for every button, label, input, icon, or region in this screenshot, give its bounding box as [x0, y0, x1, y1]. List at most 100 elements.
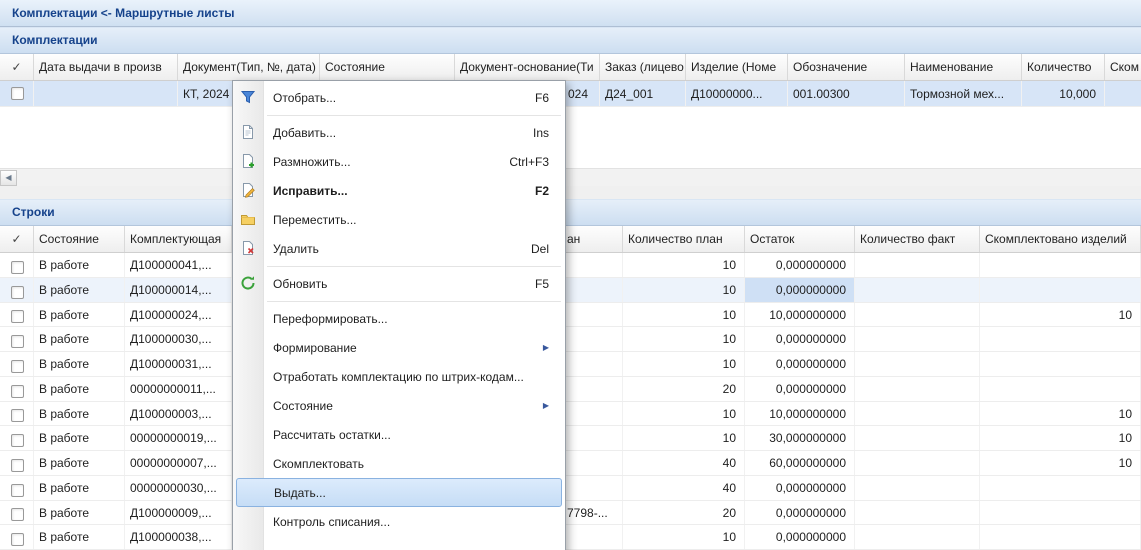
- cell-assembled[interactable]: 10: [980, 402, 1141, 426]
- table-row[interactable]: В работеД100000030,...100,000000000: [0, 327, 1141, 352]
- cell-remainder[interactable]: 10,000000000: [745, 402, 855, 426]
- cell[interactable]: Д24_001: [600, 81, 686, 106]
- cell-component[interactable]: Д100000014,...: [125, 278, 232, 302]
- column-header[interactable]: Количество: [1022, 54, 1105, 80]
- cell-plan-qty[interactable]: 10: [623, 253, 745, 277]
- table-row[interactable]: В работеД100000003,...1010,00000000010: [0, 402, 1141, 427]
- cell-component[interactable]: 00000000011,...: [125, 377, 232, 401]
- cell-remainder[interactable]: 0,000000000: [745, 253, 855, 277]
- table-row[interactable]: В работе00000000030,...400,000000000: [0, 476, 1141, 501]
- cell-assembled[interactable]: 10: [980, 303, 1141, 327]
- cell-plan-qty[interactable]: 10: [623, 352, 745, 376]
- cell-remainder[interactable]: 30,000000000: [745, 426, 855, 450]
- cell-assembled[interactable]: [980, 327, 1141, 351]
- menu-item-issue[interactable]: Выдать...: [236, 478, 562, 507]
- row-checkbox[interactable]: [11, 310, 24, 323]
- cell-state[interactable]: В работе: [34, 525, 125, 549]
- cell-state[interactable]: В работе: [34, 476, 125, 500]
- table-row[interactable]: В работеД100000014,... 100,000000000: [0, 278, 1141, 303]
- menu-item-state[interactable]: Состояние▶: [233, 391, 565, 420]
- cell-plan-qty[interactable]: 10: [623, 327, 745, 351]
- cell-component[interactable]: Д100000031,...: [125, 352, 232, 376]
- cell-remainder[interactable]: 0,000000000: [745, 278, 855, 302]
- menu-item-filter[interactable]: Отобрать...F6: [233, 83, 565, 112]
- cell-assembled[interactable]: [980, 278, 1141, 302]
- cell-fact-qty[interactable]: [855, 501, 980, 525]
- cell-component[interactable]: 00000000007,...: [125, 451, 232, 475]
- cell[interactable]: [0, 352, 34, 376]
- cell-plan-qty[interactable]: 40: [623, 451, 745, 475]
- table-row[interactable]: В работе00000000019,...1030,00000000010: [0, 426, 1141, 451]
- cell-remainder[interactable]: 60,000000000: [745, 451, 855, 475]
- menu-item-add[interactable]: Добавить...Ins: [233, 118, 565, 147]
- cell-state[interactable]: В работе: [34, 327, 125, 351]
- cell-fact-qty[interactable]: [855, 352, 980, 376]
- cell-component[interactable]: Д100000038,...: [125, 525, 232, 549]
- cell[interactable]: [0, 402, 34, 426]
- select-all-header[interactable]: ✓: [0, 54, 34, 80]
- cell-fact-qty[interactable]: [855, 476, 980, 500]
- cell-assembled[interactable]: [980, 352, 1141, 376]
- cell-assembled[interactable]: [980, 525, 1141, 549]
- cell-assembled[interactable]: [980, 253, 1141, 277]
- cell[interactable]: [0, 327, 34, 351]
- cell-assembled[interactable]: 10: [980, 451, 1141, 475]
- menu-item-writeoff-control[interactable]: Контроль списания...: [233, 507, 565, 536]
- cell-component[interactable]: 00000000030,...: [125, 476, 232, 500]
- cell-remainder[interactable]: 0,000000000: [745, 352, 855, 376]
- cell-remainder[interactable]: 0,000000000: [745, 377, 855, 401]
- menu-item-assemble[interactable]: Скомплектовать: [233, 449, 565, 478]
- cell-plan-qty[interactable]: 40: [623, 476, 745, 500]
- cell-assembled[interactable]: [980, 377, 1141, 401]
- cell-assembled[interactable]: 10: [980, 426, 1141, 450]
- cell-state[interactable]: В работе: [34, 303, 125, 327]
- column-header[interactable]: Остаток: [745, 226, 855, 252]
- cell-fact-qty[interactable]: [855, 525, 980, 549]
- row-checkbox[interactable]: [11, 533, 24, 546]
- row-checkbox[interactable]: [11, 409, 24, 422]
- cell[interactable]: [0, 525, 34, 549]
- cell-state[interactable]: В работе: [34, 501, 125, 525]
- cell-remainder[interactable]: 10,000000000: [745, 303, 855, 327]
- cell-component[interactable]: Д100000003,...: [125, 402, 232, 426]
- row-checkbox[interactable]: [11, 484, 24, 497]
- column-header[interactable]: Комплектующая: [125, 226, 232, 252]
- row-checkbox[interactable]: [11, 286, 24, 299]
- menu-item-formation[interactable]: Формирование▶: [233, 333, 565, 362]
- cell-component[interactable]: Д100000009,...: [125, 501, 232, 525]
- column-header[interactable]: Обозначение: [788, 54, 905, 80]
- cell-state[interactable]: В работе: [34, 278, 125, 302]
- row-checkbox[interactable]: [11, 261, 24, 274]
- cell-plan-qty[interactable]: 20: [623, 501, 745, 525]
- cell[interactable]: Д10000000...: [686, 81, 788, 106]
- cell[interactable]: [0, 81, 34, 106]
- column-header[interactable]: Скомплектовано изделий: [980, 226, 1141, 252]
- table-row[interactable]: В работеД100000009,...7798-...200,000000…: [0, 501, 1141, 526]
- column-header[interactable]: Наименование: [905, 54, 1022, 80]
- cell-plan-qty[interactable]: 10: [623, 426, 745, 450]
- cell-remainder[interactable]: 0,000000000: [745, 525, 855, 549]
- cell[interactable]: [1105, 81, 1141, 106]
- select-all-header[interactable]: ✓: [0, 226, 34, 252]
- menu-item-duplicate[interactable]: Размножить...Ctrl+F3: [233, 147, 565, 176]
- menu-item-barcode-process[interactable]: Отработать комплектацию по штрих-кодам..…: [233, 362, 565, 391]
- cell[interactable]: [0, 377, 34, 401]
- column-header[interactable]: Заказ (лицево: [600, 54, 686, 80]
- column-header[interactable]: Состояние: [320, 54, 455, 80]
- cell-state[interactable]: В работе: [34, 253, 125, 277]
- cell[interactable]: 001.00300: [788, 81, 905, 106]
- row-checkbox[interactable]: [11, 508, 24, 521]
- cell-remainder[interactable]: 0,000000000: [745, 327, 855, 351]
- cell[interactable]: [0, 476, 34, 500]
- cell[interactable]: [34, 81, 178, 106]
- table-row[interactable]: В работеД100000038,...100,000000000: [0, 525, 1141, 550]
- cell-component[interactable]: 00000000019,...: [125, 426, 232, 450]
- cell[interactable]: [0, 278, 34, 302]
- row-checkbox[interactable]: [11, 360, 24, 373]
- cell-state[interactable]: В работе: [34, 377, 125, 401]
- cell-state[interactable]: В работе: [34, 352, 125, 376]
- cell-state[interactable]: В работе: [34, 402, 125, 426]
- column-header[interactable]: Документ-основание(Ти: [455, 54, 600, 80]
- cell-assembled[interactable]: [980, 476, 1141, 500]
- cell-plan-qty[interactable]: 10: [623, 278, 745, 302]
